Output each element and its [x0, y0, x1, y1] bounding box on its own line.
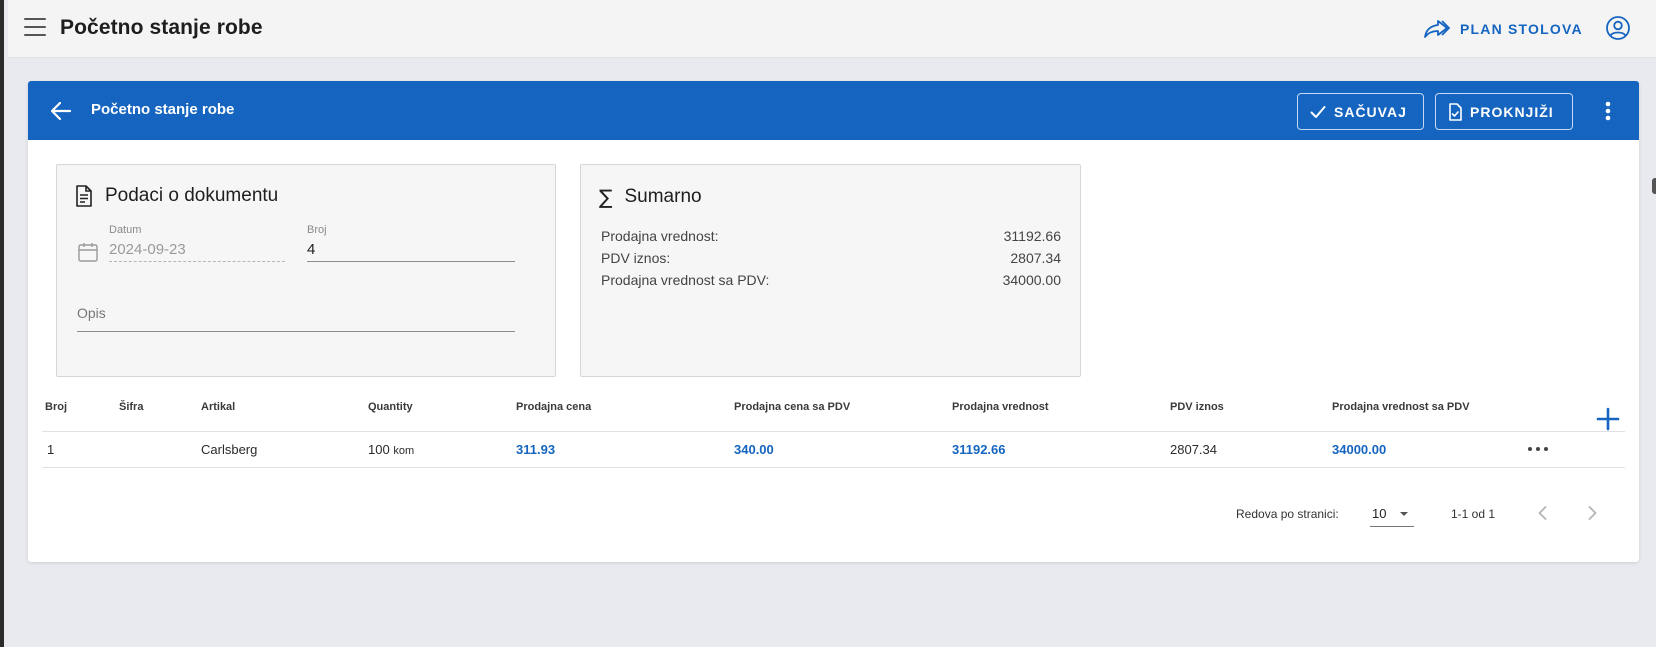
- column-header[interactable]: Prodajna cena sa PDV: [734, 401, 850, 413]
- column-header[interactable]: Broj: [45, 401, 67, 413]
- more-horiz-icon[interactable]: [1526, 442, 1550, 456]
- card-title: Početno stanje robe: [91, 101, 235, 118]
- document-check-icon: [1449, 102, 1462, 121]
- summary-row-label: Prodajna vrednost sa PDV:: [601, 272, 770, 288]
- summary-row-label: Prodajna vrednost:: [601, 228, 719, 244]
- back-arrow-icon[interactable]: [48, 98, 74, 124]
- summary-row: Prodajna vrednost sa PDV: 34000.00: [601, 272, 1061, 288]
- plan-stolova-label: PLAN STOLOVA: [1460, 21, 1583, 37]
- card-header: Početno stanje robe SAČUVAJ PROKNJIŽI: [28, 81, 1639, 140]
- document-icon: [76, 185, 92, 207]
- rows-per-page-value: 10: [1372, 506, 1387, 521]
- summary-row: Prodajna vrednost: 31192.66: [601, 228, 1061, 244]
- post-label: PROKNJIŽI: [1470, 103, 1554, 120]
- summary-panel-header: ∑ Sumarno: [599, 185, 702, 209]
- date-field[interactable]: 2024-09-23: [109, 241, 186, 258]
- share-arrow-icon: [1424, 20, 1450, 38]
- app-title: Početno stanje robe: [60, 16, 263, 39]
- cell-prodajna-cena[interactable]: 311.93: [516, 442, 555, 457]
- column-header[interactable]: Šifra: [119, 401, 143, 413]
- add-icon[interactable]: [1595, 406, 1621, 432]
- summary-row-value: 34000.00: [1002, 272, 1061, 288]
- sigma-icon: ∑: [599, 185, 613, 209]
- description-underline: [77, 331, 515, 332]
- table-row[interactable]: 1 Carlsberg 100 kom 311.93 340.00 31192.…: [42, 432, 1625, 468]
- column-header[interactable]: Prodajna vrednost sa PDV: [1332, 401, 1470, 413]
- cell-prodajna-vrednost[interactable]: 31192.66: [952, 442, 1006, 457]
- cell-pdv-iznos: 2807.34: [1170, 442, 1217, 457]
- menu-icon[interactable]: [24, 18, 46, 38]
- cell-broj: 1: [47, 442, 55, 457]
- column-header[interactable]: PDV iznos: [1170, 401, 1224, 413]
- cell-prodajna-vrednost-pdv[interactable]: 34000.00: [1332, 442, 1386, 457]
- rows-per-page-select[interactable]: 10: [1370, 501, 1414, 527]
- summary-row-value: 2807.34: [1010, 250, 1061, 266]
- number-field[interactable]: 4: [307, 241, 315, 258]
- page-range: 1-1 od 1: [1451, 507, 1496, 521]
- summary-panel-title: Sumarno: [624, 186, 702, 207]
- cell-quantity: 100 kom: [368, 442, 414, 457]
- summary-row-value: 31192.66: [1003, 228, 1061, 244]
- document-panel-header: Podaci o dokumentu: [75, 185, 278, 207]
- summary-panel: ∑ Sumarno Prodajna vrednost: 31192.66 PD…: [580, 164, 1081, 377]
- side-handle[interactable]: [1652, 178, 1656, 194]
- date-underline: [109, 261, 285, 262]
- app-frame: Početno stanje robe PLAN STOLOVA Početno…: [0, 0, 1656, 647]
- summary-row: PDV iznos: 2807.34: [601, 250, 1061, 266]
- check-icon: [1310, 105, 1326, 118]
- column-header[interactable]: Prodajna cena: [516, 401, 591, 413]
- more-vert-icon[interactable]: [1598, 98, 1618, 124]
- calendar-icon: [78, 243, 98, 262]
- number-label: Broj: [307, 224, 327, 236]
- post-button[interactable]: PROKNJIŽI: [1435, 93, 1573, 130]
- quantity-unit: kom: [393, 445, 415, 457]
- column-header[interactable]: Prodajna vrednost: [952, 401, 1049, 413]
- quantity-value: 100: [368, 442, 390, 457]
- chevron-left-icon[interactable]: [1533, 503, 1553, 523]
- summary-row-label: PDV iznos:: [601, 250, 671, 266]
- document-panel-title: Podaci o dokumentu: [105, 185, 279, 206]
- save-label: SAČUVAJ: [1334, 103, 1407, 120]
- chevron-right-icon[interactable]: [1582, 503, 1602, 523]
- top-app-bar: Početno stanje robe PLAN STOLOVA: [8, 0, 1656, 58]
- number-underline: [307, 261, 515, 262]
- column-header[interactable]: Quantity: [368, 401, 413, 413]
- save-button[interactable]: SAČUVAJ: [1297, 93, 1424, 130]
- column-header[interactable]: Artikal: [201, 401, 235, 413]
- cell-artikal: Carlsberg: [201, 442, 258, 457]
- document-data-panel: Podaci o dokumentu Datum 2024-09-23 Broj…: [56, 164, 556, 377]
- document-card: Početno stanje robe SAČUVAJ PROKNJIŽI Po…: [28, 81, 1639, 562]
- date-label: Datum: [109, 224, 142, 236]
- description-field[interactable]: Opis: [77, 305, 106, 321]
- rows-per-page-label: Redova po stranici:: [1236, 507, 1339, 521]
- cell-prodajna-cena-pdv[interactable]: 340.00: [734, 442, 774, 457]
- account-icon[interactable]: [1605, 15, 1631, 41]
- plan-stolova-button[interactable]: PLAN STOLOVA: [1422, 16, 1583, 42]
- dropdown-arrow-icon: [1400, 511, 1409, 516]
